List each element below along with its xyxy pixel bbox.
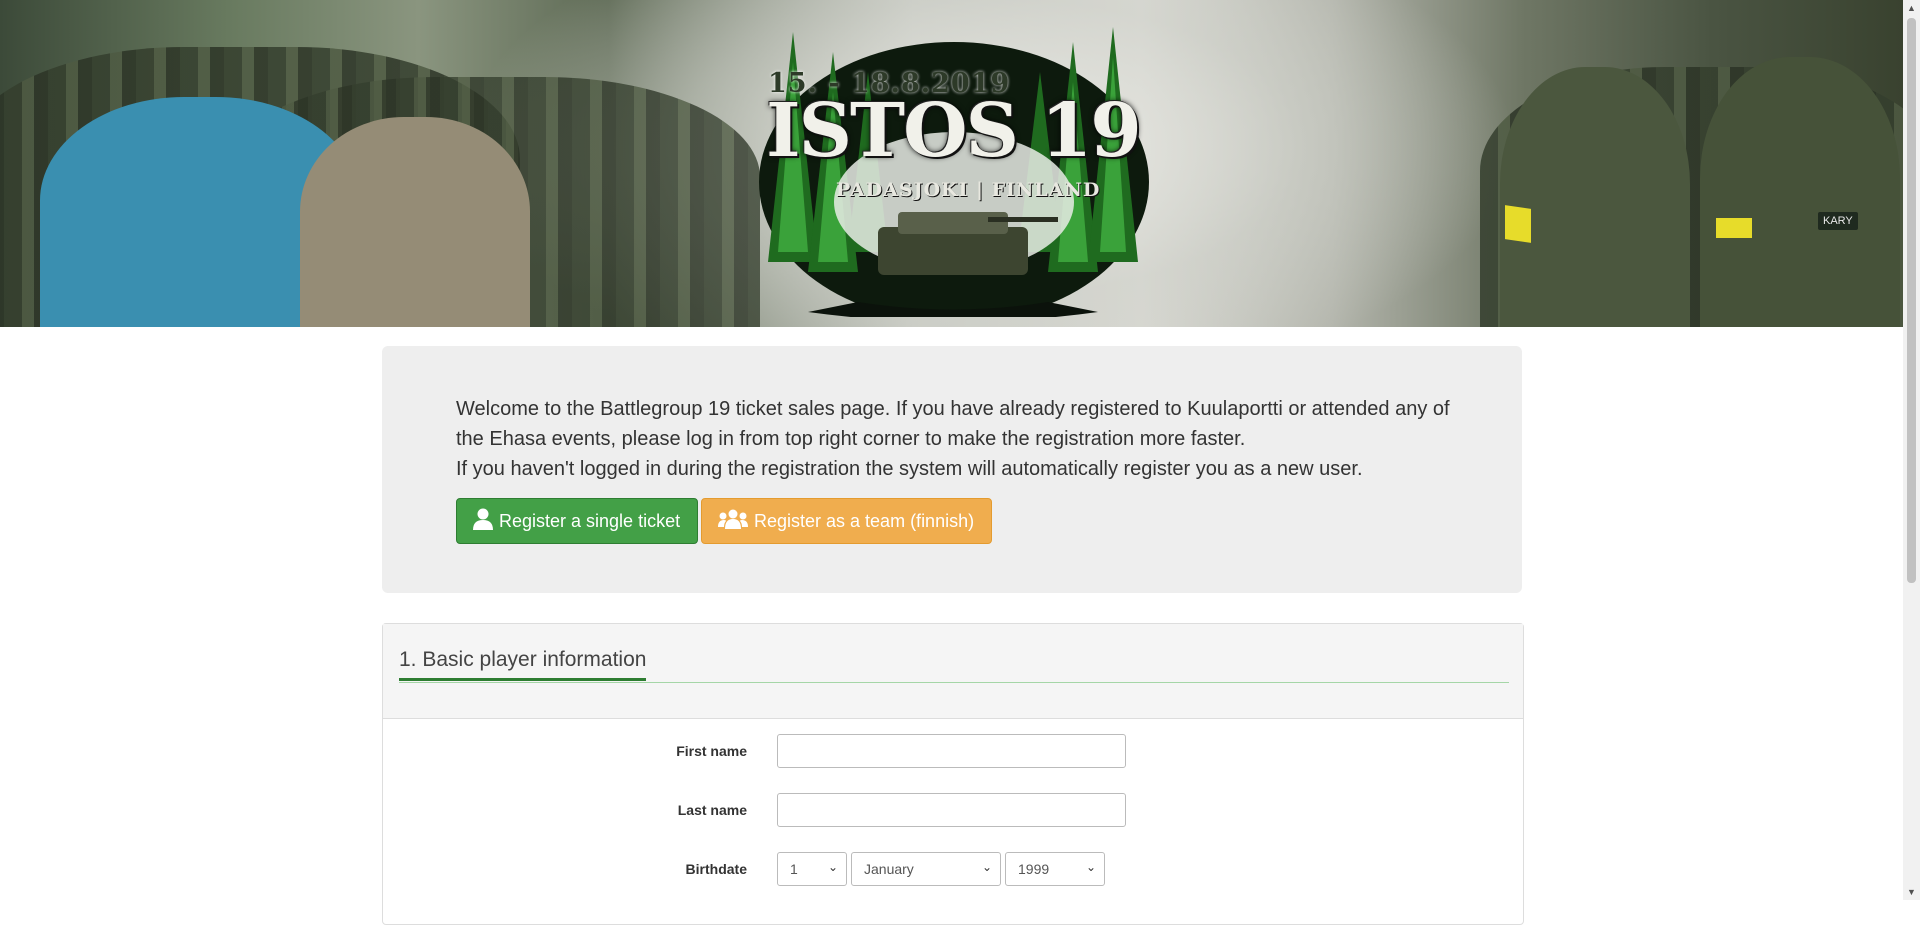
chevron-down-icon: ⌄ — [827, 860, 838, 874]
header-banner: KARY 15. - 18.8.2019 ISTOS 19 PADASJOKI … — [0, 0, 1903, 327]
player-right-1 — [1500, 67, 1690, 327]
register-single-ticket-label: Register a single ticket — [499, 510, 681, 531]
register-single-ticket-button[interactable]: Register a single ticket — [456, 498, 698, 544]
name-patch: KARY — [1818, 212, 1858, 230]
intro-text-line1: Welcome to the Battlegroup 19 ticket sal… — [456, 398, 1450, 450]
chevron-down-icon: ⌄ — [1085, 860, 1096, 874]
page-scrollbar[interactable]: ▲ ▼ — [1903, 0, 1920, 900]
section-title: 1. Basic player information — [399, 648, 647, 681]
intro-text: Welcome to the Battlegroup 19 ticket sal… — [456, 394, 1456, 484]
users-icon — [718, 509, 748, 534]
yellow-armband — [1505, 205, 1531, 243]
scroll-down-arrow-icon[interactable]: ▼ — [1903, 884, 1920, 900]
register-team-label: Register as a team (finnish) — [754, 510, 975, 531]
birthdate-row: Birthdate 1 ⌄ January ⌄ 1999 ⌄ — [383, 852, 1523, 888]
player-tan-vest — [300, 117, 530, 327]
scrollbar-thumb[interactable] — [1907, 18, 1916, 583]
register-team-button[interactable]: Register as a team (finnish) — [701, 498, 992, 544]
birth-year-select[interactable]: 1999 ⌄ — [1005, 852, 1105, 886]
scroll-up-arrow-icon[interactable]: ▲ — [1903, 0, 1920, 16]
birth-day-value: 1 — [790, 861, 798, 877]
user-icon — [473, 508, 493, 535]
last-name-input[interactable] — [777, 793, 1126, 827]
section-divider — [399, 682, 1509, 683]
intro-text-line2: If you haven't logged in during the regi… — [456, 458, 1363, 480]
last-name-label: Last name — [677, 802, 747, 818]
player-right-2 — [1700, 57, 1900, 327]
birth-month-select[interactable]: January ⌄ — [851, 852, 1001, 886]
event-location: PADASJOKI | FINLAND — [836, 179, 1101, 201]
birth-day-select[interactable]: 1 ⌄ — [777, 852, 847, 886]
yellow-armband — [1716, 218, 1752, 238]
birthdate-label: Birthdate — [685, 861, 747, 877]
last-name-row: Last name — [383, 793, 1523, 829]
first-name-input[interactable] — [777, 734, 1126, 768]
birth-year-value: 1999 — [1018, 861, 1050, 877]
player-info-form: 1. Basic player information First name L… — [382, 623, 1524, 925]
birth-month-value: January — [864, 861, 914, 877]
first-name-row: First name — [383, 734, 1523, 770]
form-section-header: 1. Basic player information — [383, 624, 1523, 719]
event-logo: 15. - 18.8.2019 ISTOS 19 PADASJOKI | FIN… — [748, 12, 1160, 317]
intro-panel: Welcome to the Battlegroup 19 ticket sal… — [382, 346, 1522, 593]
event-title: ISTOS 19 — [766, 88, 1142, 174]
first-name-label: First name — [676, 743, 747, 759]
chevron-down-icon: ⌄ — [981, 860, 992, 874]
